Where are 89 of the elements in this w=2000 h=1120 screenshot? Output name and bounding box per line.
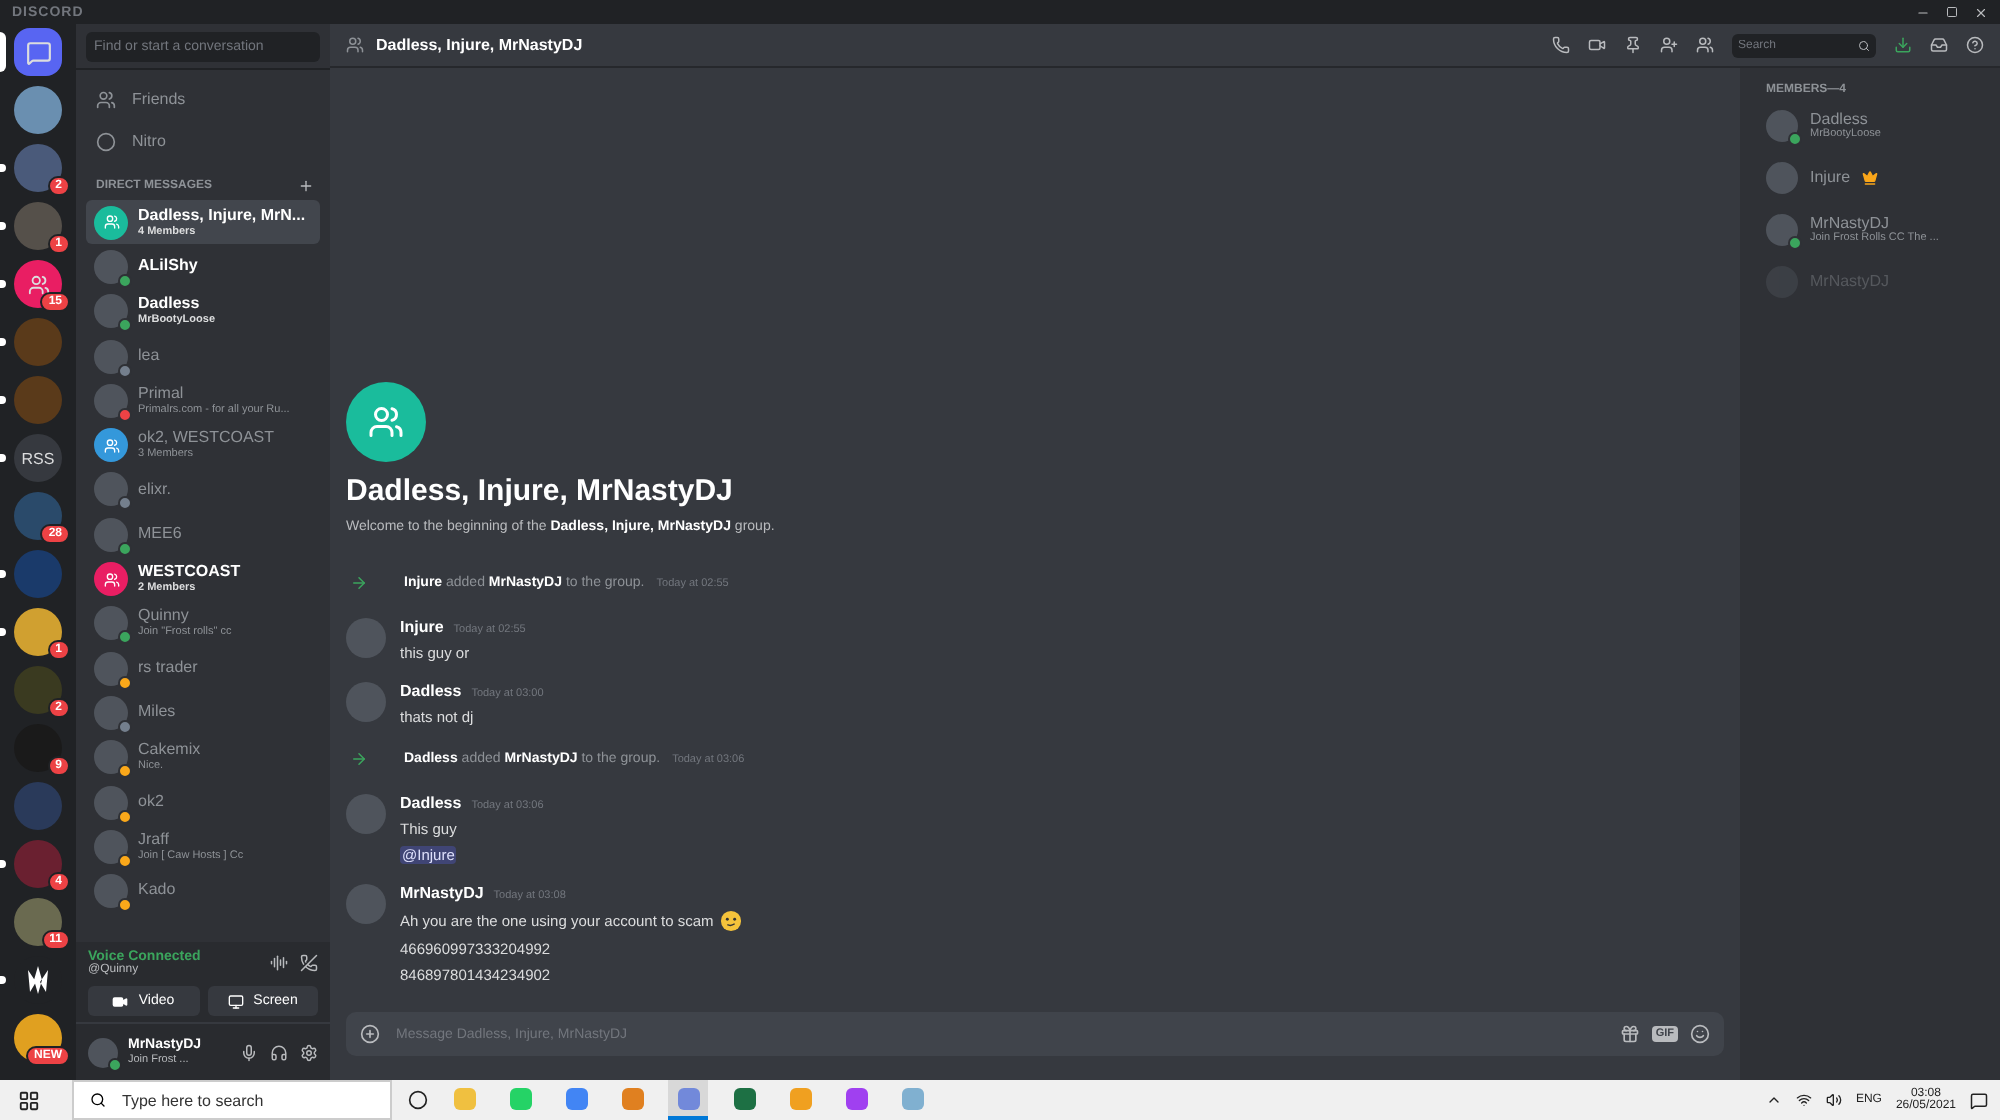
dm-name: Jraff [138,831,171,850]
dm-name: ok2 [138,793,164,811]
dm-name: Miles [138,704,176,722]
dm-name: Primal [138,385,186,404]
avatar [346,682,386,722]
help-icon[interactable] [1966,36,1984,54]
author-name: Dadless [400,682,462,700]
intro-title: Dadless, Injure, MrNastyDJ [346,474,735,508]
pin-icon[interactable] [1624,36,1642,54]
dm-item[interactable]: MEE6 [86,512,320,557]
group-icon [346,36,364,54]
member-name: Injure [1810,169,1851,187]
search-icon [90,1092,106,1108]
friends-icon [96,89,116,109]
volume-icon[interactable] [1825,1092,1842,1108]
fan-logo-icon [22,966,54,994]
network-icon[interactable] [1795,1092,1812,1108]
emoji-icon[interactable] [1690,1024,1710,1044]
video-icon[interactable] [1588,36,1606,54]
server-icon[interactable] [14,492,62,540]
dm-name: WESTCOAST [138,564,241,582]
dm-item[interactable]: Kado [86,868,320,914]
server-icon[interactable] [14,898,62,946]
search-input[interactable]: Type here to search [118,1089,374,1111]
channel-title: Dadless, Injure, MrNastyDJ [376,36,583,54]
inbox-icon[interactable] [1930,36,1948,54]
maximize-icon[interactable] [1946,5,1958,17]
members-icon[interactable] [1696,36,1714,54]
arrow-icon [350,750,368,768]
dm-item[interactable]: elixr. [86,467,320,513]
dm-item[interactable]: rs trader [86,645,320,691]
dm-name: lea [138,347,160,365]
server-icon[interactable] [14,28,62,76]
arrow-icon [350,574,368,592]
dm-name: ok2, WESTCOAST [138,430,275,448]
notifications-icon[interactable] [1970,1091,1988,1109]
dm-item[interactable]: Miles [86,690,320,736]
dm-name: Kado [138,882,176,900]
upload-icon[interactable] [360,1024,380,1044]
avatar [346,884,386,924]
sound-wave-icon[interactable] [270,954,288,973]
windows-logo-icon [17,1089,39,1111]
server-icon[interactable]: RSS [14,434,62,482]
nitro-icon [96,131,116,151]
dm-item[interactable]: ok2 [86,779,320,825]
disconnect-icon[interactable] [300,954,318,973]
author-name: MrNastyDJ [400,884,484,902]
dm-name: rs trader [138,659,198,678]
member-name: MrNastyDJ [1810,215,1892,232]
dm-item[interactable]: lea [86,333,320,379]
headphones-icon[interactable] [270,1043,288,1061]
author-name: Injure [400,618,444,636]
home-logo-icon [25,39,51,65]
member-name: Dadless [1810,111,1870,128]
avatar [346,794,386,834]
tray-icon[interactable] [1765,1092,1782,1108]
group-icon [27,273,49,295]
group-avatar [346,382,426,462]
screen-icon [227,993,244,1009]
nav-item[interactable]: Nitro [86,120,320,162]
dm-name: elixr. [138,481,171,499]
search-icon [1858,39,1870,51]
cortana-icon[interactable] [408,1090,428,1110]
gift-icon[interactable] [1619,1024,1640,1044]
dm-name: Cakemix [138,742,201,760]
settings-icon[interactable] [300,1043,318,1061]
server-icon[interactable] [14,260,62,308]
avatar [346,618,386,658]
taskbar-app[interactable] [668,1080,708,1120]
server-label: RSS [21,449,55,467]
call-icon[interactable] [1552,36,1570,54]
avatar [1766,162,1798,194]
nav-item[interactable]: Friends [86,78,320,120]
taskbar-search[interactable]: Type here to search [72,1080,392,1120]
add-friend-icon[interactable] [1660,36,1678,54]
dm-name: Quinny [138,608,191,626]
add-icon[interactable] [298,178,314,194]
mic-icon[interactable] [240,1043,258,1061]
member-item[interactable]: Injure [1752,156,1988,200]
download-icon[interactable] [1894,36,1912,54]
dm-item[interactable]: ALilShy [86,244,320,290]
camera-icon [112,993,129,1009]
dm-name: Dadless [138,296,202,314]
close-icon[interactable] [1974,5,1988,19]
dm-name: ALilShy [138,258,198,276]
author-name: Dadless [400,794,462,812]
dm-name: MEE6 [138,525,182,544]
server-icon[interactable] [14,608,62,656]
dm-name: Dadless, Injure, MrN... [138,207,306,226]
